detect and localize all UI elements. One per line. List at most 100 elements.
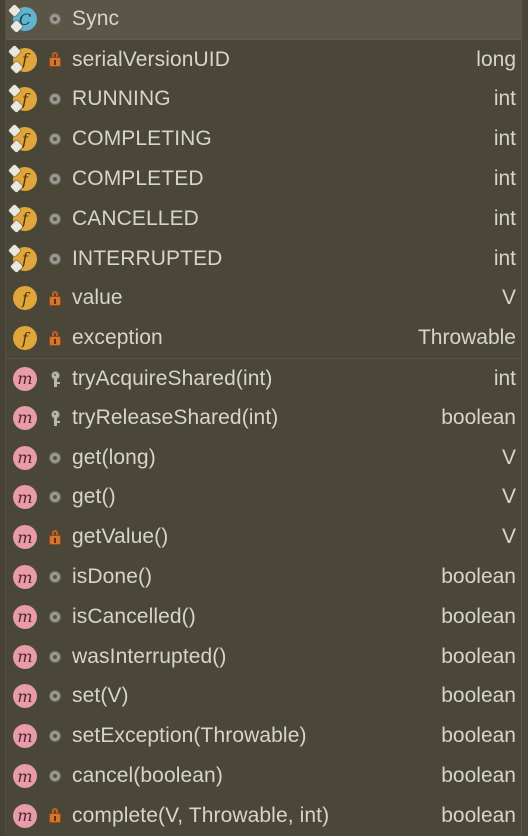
public-icon (49, 610, 61, 623)
tree-row-type: boolean (441, 684, 516, 708)
method-icon: m (10, 602, 40, 632)
method-icon: m (10, 642, 40, 672)
method-glyph: m (13, 604, 37, 629)
method-icon: m (10, 562, 40, 592)
tree-row-type: int (493, 127, 516, 151)
public-icon (44, 765, 66, 787)
tree-row[interactable]: m complete(V, Throwable, int) boolean (0, 795, 528, 836)
tree-row-label: wasInterrupted() (72, 644, 227, 668)
tree-row-type: boolean (441, 405, 516, 429)
tree-row[interactable]: m cancel(boolean) boolean (0, 756, 528, 796)
field-icon: f (8, 164, 40, 194)
tree-row-type: boolean (441, 565, 516, 589)
tree-row-type: int (493, 206, 516, 230)
public-icon (49, 650, 61, 663)
method-icon: m (10, 721, 40, 751)
public-icon (49, 133, 61, 146)
tree-row-label: complete(V, Throwable, int) (72, 803, 330, 827)
public-icon (49, 491, 61, 504)
method-icon: m (10, 364, 40, 394)
tree-row[interactable]: m tryAcquireShared(int) int (0, 358, 528, 398)
field-glyph: f (13, 326, 37, 351)
tree-row[interactable]: f value V (0, 278, 528, 319)
tree-row[interactable]: f RUNNING int (0, 79, 528, 120)
method-glyph: m (13, 405, 37, 430)
field-icon: f (8, 44, 40, 75)
tree-row-type: int (493, 246, 516, 270)
tree-row-label: get(long) (72, 445, 156, 469)
public-icon (49, 252, 61, 265)
tree-row-type: V (501, 525, 516, 549)
tree-row-label: CANCELLED (72, 206, 199, 230)
method-glyph: m (13, 565, 37, 590)
public-icon (49, 212, 61, 225)
public-icon (44, 606, 66, 628)
tree-row[interactable]: m setException(Throwable) boolean (0, 716, 528, 757)
key-icon (49, 409, 62, 426)
tree-row-label: tryReleaseShared(int) (72, 405, 279, 429)
tree-row-type: V (501, 445, 516, 469)
tree-row-type: long (476, 47, 516, 71)
tree-row-label: value (72, 286, 123, 310)
tree-row-type: V (501, 485, 516, 509)
method-icon: m (10, 443, 40, 473)
tree-row[interactable]: f COMPLETING int (0, 119, 528, 160)
tree-row-label: getValue() (72, 525, 169, 549)
public-icon (49, 730, 61, 743)
class-icon: C (8, 4, 40, 34)
lock-icon (44, 805, 66, 827)
tree-row[interactable]: f CANCELLED int (0, 198, 528, 239)
public-icon (44, 8, 66, 30)
tree-row-label: COMPLETED (72, 167, 204, 191)
tree-row[interactable]: m get(long) V (0, 437, 528, 478)
tree-row[interactable]: m tryReleaseShared(int) boolean (0, 397, 528, 438)
tree-row-label: serialVersionUID (72, 47, 230, 71)
tree-row[interactable]: f INTERRUPTED int (0, 238, 528, 279)
method-icon: m (10, 801, 40, 831)
lock-icon (49, 52, 61, 68)
lock-icon (49, 529, 61, 545)
public-icon (44, 725, 66, 747)
tree-row-label: exception (72, 326, 163, 350)
public-icon (49, 571, 61, 584)
structure-view-panel: C Sync f serialVersionUID long f RUNNING int f CO… (0, 0, 528, 836)
field-icon: f (10, 283, 40, 313)
tree-row[interactable]: m getValue() V (0, 517, 528, 558)
public-icon (44, 168, 66, 190)
tree-row-type: int (493, 87, 516, 111)
structure-tree[interactable]: C Sync f serialVersionUID long f RUNNING int f CO… (0, 0, 528, 836)
public-icon (49, 690, 61, 703)
lock-icon (49, 290, 61, 306)
public-icon (49, 93, 61, 106)
public-icon (44, 88, 66, 110)
tree-row-label: get() (72, 485, 116, 509)
tree-row-type: boolean (441, 764, 516, 788)
field-icon: f (8, 124, 40, 154)
method-glyph: m (13, 445, 37, 470)
method-glyph: m (13, 803, 37, 828)
field-icon: f (8, 243, 40, 274)
tree-row-label: cancel(boolean) (72, 764, 223, 788)
vertical-scrollbar[interactable] (521, 0, 528, 836)
method-glyph: m (13, 366, 37, 391)
tree-row[interactable]: m isDone() boolean (0, 557, 528, 597)
tree-row-type: int (493, 167, 516, 191)
public-icon (44, 248, 66, 270)
tree-row[interactable]: m wasInterrupted() boolean (0, 636, 528, 677)
method-glyph: m (13, 764, 37, 789)
method-glyph: m (13, 684, 37, 709)
tree-row[interactable]: C Sync (0, 0, 528, 40)
tree-row-type: Throwable (417, 326, 516, 350)
tree-row[interactable]: f COMPLETED int (0, 159, 528, 199)
tree-row-label: Sync (72, 7, 120, 31)
tree-row-type: boolean (441, 604, 516, 628)
tree-row[interactable]: m set(V) boolean (0, 676, 528, 717)
tree-row[interactable]: f serialVersionUID long (0, 39, 528, 80)
public-icon (49, 770, 61, 783)
key-icon (44, 407, 66, 429)
tree-row[interactable]: m get() V (0, 477, 528, 518)
lock-icon (44, 526, 66, 548)
tree-row[interactable]: f exception Throwable (0, 318, 528, 359)
tree-row[interactable]: m isCancelled() boolean (0, 596, 528, 637)
public-icon (44, 566, 66, 588)
